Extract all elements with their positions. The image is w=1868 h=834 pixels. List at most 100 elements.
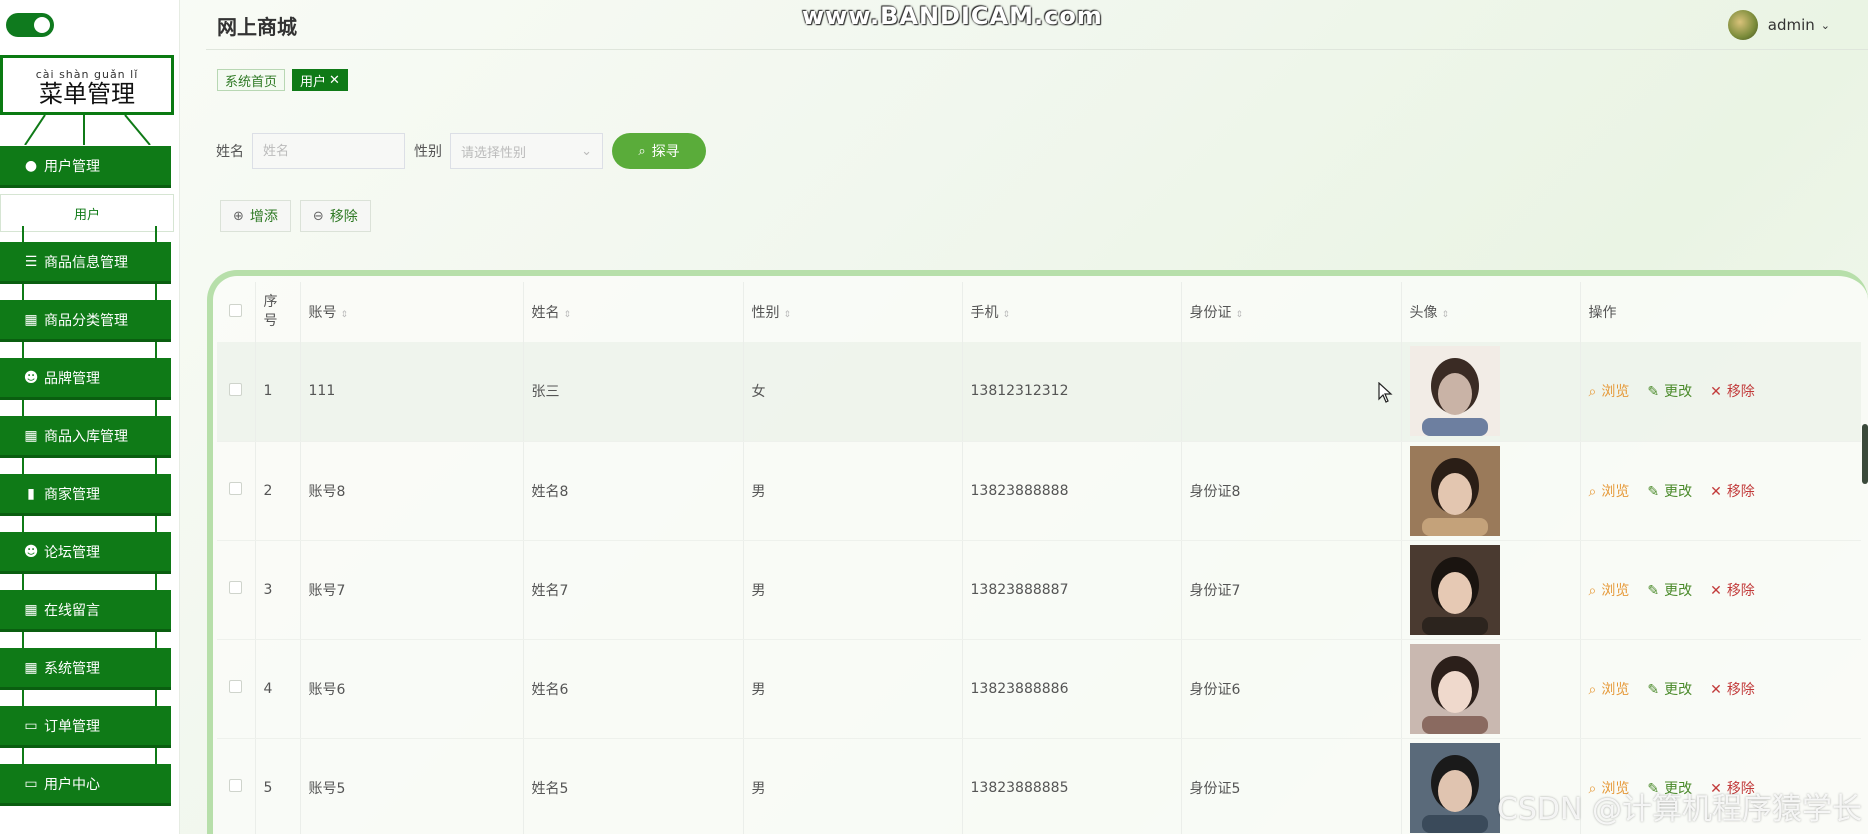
view-button[interactable]: ⌕ 浏览: [1589, 679, 1630, 699]
delete-button[interactable]: ✕ 移除: [1710, 679, 1755, 699]
sort-icon[interactable]: ⇕: [341, 310, 349, 320]
column-header-id-card[interactable]: 身份证 ⇕: [1181, 282, 1402, 342]
row-select-cell: [217, 738, 256, 834]
user-avatar[interactable]: [1727, 10, 1758, 40]
delete-button[interactable]: ✕ 移除: [1710, 481, 1755, 501]
select-all-checkbox[interactable]: [229, 303, 243, 317]
edit-button-label: 更改: [1664, 582, 1693, 599]
app-title: 网上商城: [217, 15, 297, 39]
row-checkbox[interactable]: [229, 482, 243, 495]
table-row[interactable]: 3 账号7 姓名7 男 13823888887 身份证7 ⌕ 浏览 ✎ 更改 ✕ 移除: [217, 540, 1861, 640]
remove-button[interactable]: ⊖ 移除: [299, 200, 371, 232]
view-button[interactable]: ⌕ 浏览: [1589, 481, 1630, 501]
column-header-name[interactable]: 姓名 ⇕: [523, 282, 744, 342]
view-button-label: 浏览: [1601, 483, 1630, 500]
minus-circle-icon: ⊖: [312, 208, 324, 224]
search-icon: ⌕: [1588, 483, 1597, 500]
sort-icon[interactable]: ⇕: [1442, 310, 1450, 320]
gender-select[interactable]: 请选择性别 ⌄: [450, 133, 603, 169]
sidebar-item-0[interactable]: ● 用户管理: [0, 146, 171, 188]
sidebar-item-3[interactable]: ☻ 品牌管理: [0, 342, 171, 400]
edit-button[interactable]: ✎ 更改: [1647, 679, 1692, 699]
cell-no: 3: [255, 540, 301, 640]
menu-title-text: 菜单管理: [39, 80, 135, 108]
column-header-phone[interactable]: 手机 ⇕: [962, 282, 1182, 342]
tag-home-label[interactable]: 系统首页: [225, 71, 277, 90]
table-row[interactable]: 1 111 张三女 13812312312 ⌕ 浏览 ✎ 更改 ✕ 移除: [217, 342, 1861, 442]
column-header-name-label: 姓名: [531, 305, 560, 321]
sort-icon[interactable]: ⇕: [564, 310, 572, 320]
name-search-input[interactable]: [252, 133, 405, 169]
table-header-row: 序号 账号 ⇕ 姓名 ⇕ 性别 ⇕ 手机 ⇕ 身份证 ⇕ 头像 ⇕ 操作: [217, 282, 1861, 342]
column-header-id-card-label: 身份证: [1189, 305, 1232, 321]
view-button[interactable]: ⌕ 浏览: [1589, 580, 1630, 600]
sidebar: cài shàn guǎn lǐ 菜单管理 ● 用户管理 用户 ☰ 商品信息管理 ▦ 商品分…: [0, 0, 180, 834]
cell-name: 张三: [523, 342, 744, 442]
chevron-down-icon[interactable]: ⌄: [1821, 19, 1830, 32]
page-scrollbar[interactable]: [1862, 424, 1868, 484]
row-checkbox[interactable]: [229, 779, 243, 792]
cell-actions: ⌕ 浏览 ✎ 更改 ✕ 移除: [1580, 540, 1861, 640]
tag-users-label[interactable]: 用户: [300, 71, 326, 90]
sidebar-item-8[interactable]: ▦ 系统管理: [0, 632, 171, 690]
column-header-account[interactable]: 账号 ⇕: [300, 282, 524, 342]
edit-button[interactable]: ✎ 更改: [1647, 481, 1692, 501]
user-avatar-image[interactable]: [1409, 346, 1500, 437]
cell-account: 账号5: [300, 738, 524, 834]
cell-avatar: [1401, 342, 1581, 442]
name-label: 姓名: [216, 144, 244, 160]
row-checkbox[interactable]: [229, 581, 243, 594]
toolbar: ⊕ 增添 ⊖ 移除: [220, 200, 371, 232]
view-button[interactable]: ⌕ 浏览: [1589, 381, 1630, 401]
user-avatar-image[interactable]: [1409, 544, 1500, 635]
sort-icon[interactable]: ⇕: [1236, 310, 1244, 320]
sort-icon[interactable]: ⇕: [1003, 310, 1011, 320]
username[interactable]: admin: [1768, 16, 1815, 34]
sidebar-item-2[interactable]: ▦ 商品分类管理: [0, 284, 171, 342]
sidebar-item-10[interactable]: ▭ 用户中心: [0, 748, 171, 806]
bulb-icon: ●: [24, 157, 38, 174]
sort-icon[interactable]: ⇕: [784, 310, 792, 320]
user-avatar-image[interactable]: [1409, 445, 1500, 536]
view-button-label: 浏览: [1601, 681, 1630, 698]
grid-icon: ▦: [24, 311, 38, 328]
sidebar-toggle-switch[interactable]: [6, 13, 54, 37]
delete-button[interactable]: ✕ 移除: [1710, 580, 1755, 600]
column-header-account-label: 账号: [308, 305, 337, 321]
tag-home[interactable]: 系统首页: [217, 69, 286, 91]
user-avatar-image[interactable]: [1409, 742, 1500, 833]
table-row[interactable]: 4 账号6 姓名6 男 13823888886 身份证6 ⌕ 浏览 ✎ 更改 ✕ 移除: [217, 639, 1861, 739]
cell-no: 1: [255, 342, 301, 442]
cell-id-card: 身份证5: [1181, 738, 1402, 834]
user-menu[interactable]: admin ⌄: [1727, 10, 1830, 40]
sidebar-item-label: 用户中心: [44, 776, 100, 793]
search-bar: 姓名 性别 请选择性别 ⌄ ⌕ 探寻: [216, 133, 706, 169]
column-header-gender-label: 性别: [751, 305, 780, 321]
sidebar-item-5[interactable]: ▮ 商家管理: [0, 458, 171, 516]
cell-phone: 13823888888: [962, 441, 1182, 541]
sidebar-subitem-users[interactable]: 用户: [0, 194, 174, 232]
row-checkbox[interactable]: [229, 382, 243, 396]
sidebar-item-9[interactable]: ▭ 订单管理: [0, 690, 171, 748]
edit-button[interactable]: ✎ 更改: [1647, 580, 1692, 600]
gender-select-placeholder: 请选择性别: [461, 145, 527, 161]
sidebar-item-7[interactable]: ▦ 在线留言: [0, 574, 171, 632]
user-avatar-image[interactable]: [1409, 643, 1500, 734]
user-icon: ☻: [23, 369, 39, 386]
sidebar-item-6[interactable]: ☻ 论坛管理: [0, 516, 171, 574]
sidebar-item-1[interactable]: ☰ 商品信息管理: [0, 226, 171, 284]
sidebar-item-label: 商品入库管理: [44, 428, 128, 445]
sidebar-item-4[interactable]: ▦ 商品入库管理: [0, 400, 171, 458]
edit-button[interactable]: ✎ 更改: [1647, 381, 1692, 401]
sidebar-item-label: 商家管理: [44, 486, 100, 503]
table-row[interactable]: 2 账号8 姓名8 男 13823888888 身份证8 ⌕ 浏览 ✎ 更改 ✕ 移除: [217, 441, 1861, 541]
delete-button[interactable]: ✕ 移除: [1710, 381, 1755, 401]
search-button[interactable]: ⌕ 探寻: [612, 133, 706, 169]
row-checkbox[interactable]: [229, 680, 243, 693]
add-button[interactable]: ⊕ 增添: [220, 200, 291, 232]
column-header-gender[interactable]: 性别 ⇕: [743, 282, 963, 342]
select-all-cell: [217, 282, 256, 342]
tag-users[interactable]: 用户 ✕: [292, 69, 348, 91]
close-icon[interactable]: ✕: [329, 73, 340, 88]
column-header-avatar[interactable]: 头像 ⇕: [1401, 282, 1581, 342]
